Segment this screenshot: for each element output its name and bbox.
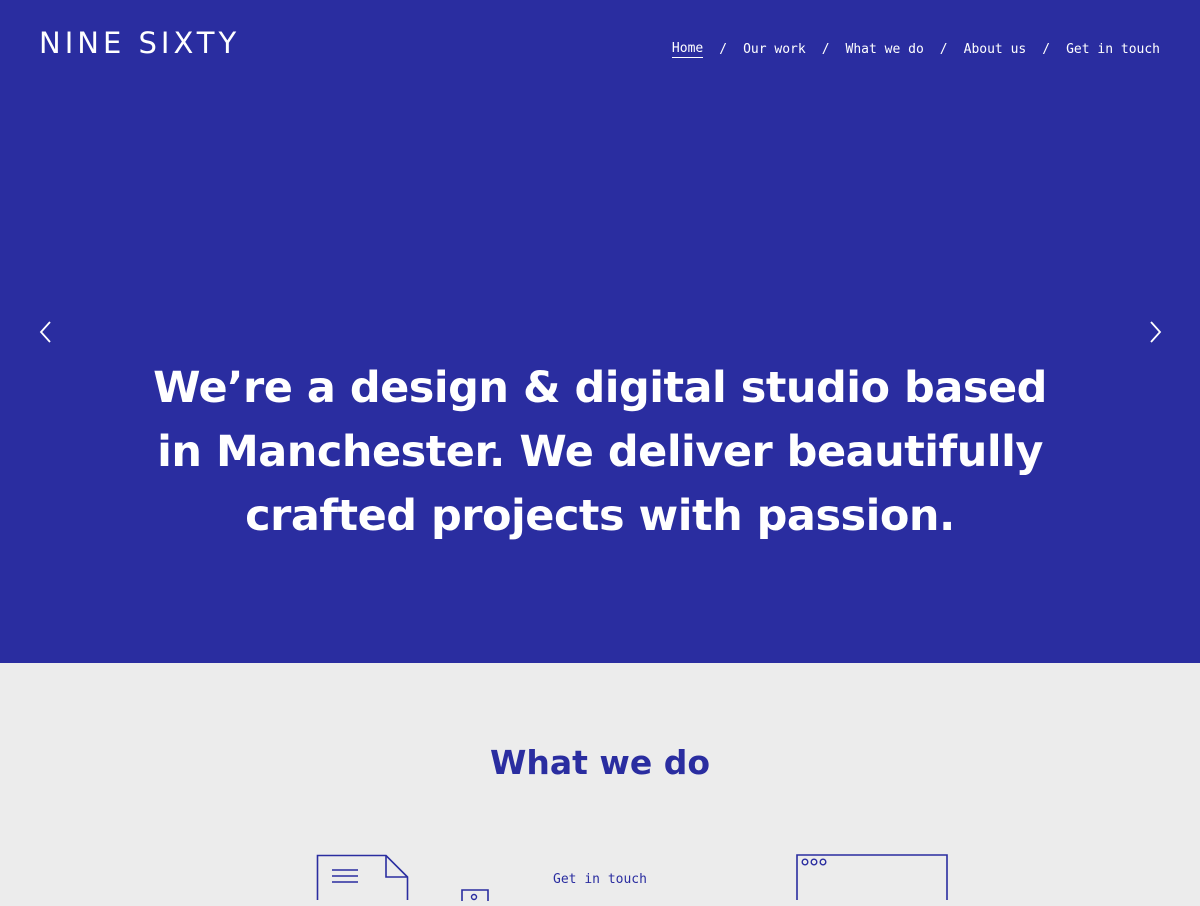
nav-what-we-do[interactable]: What we do	[846, 42, 924, 57]
hero-section: NINE SIXTY Home / Our work / What we do …	[0, 0, 1200, 663]
nav-home[interactable]: Home	[671, 41, 704, 58]
small-frame-icon	[461, 888, 489, 906]
chevron-right-icon[interactable]	[1144, 318, 1166, 346]
nav-about-us[interactable]: About us	[964, 42, 1027, 57]
what-we-do-section: What we do Get in touch	[0, 663, 1200, 901]
headline-line: in Manchester. We deliver beautifully	[157, 427, 1043, 477]
headline-line: We’re a design & digital studio based	[153, 363, 1047, 413]
nav-separator: /	[821, 42, 830, 57]
nav-our-work[interactable]: Our work	[743, 42, 806, 57]
nav-separator: /	[719, 42, 728, 57]
chevron-left-icon[interactable]	[35, 318, 57, 346]
nav-separator: /	[939, 42, 948, 57]
main-nav: Home / Our work / What we do / About us …	[671, 41, 1160, 58]
section-title: What we do	[489, 743, 711, 782]
site-logo[interactable]: NINE SIXTY	[39, 26, 240, 60]
get-in-touch-link[interactable]: Get in touch	[530, 872, 670, 887]
hero-headline: We’re a design & digital studio based in…	[150, 356, 1050, 548]
browser-window-icon	[796, 854, 950, 905]
headline-line: crafted projects with passion.	[245, 491, 955, 541]
nav-get-in-touch[interactable]: Get in touch	[1066, 42, 1160, 57]
document-icon	[316, 854, 410, 905]
nav-separator: /	[1042, 42, 1051, 57]
